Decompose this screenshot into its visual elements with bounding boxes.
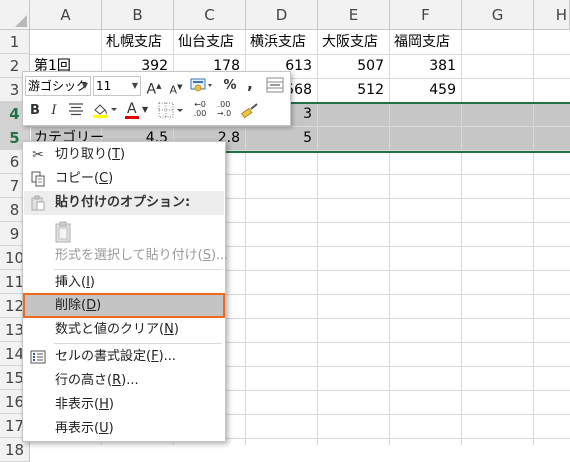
font-size-dropdown-icon: ▼ (131, 81, 138, 90)
font-size-value: 11 (96, 79, 112, 93)
cell-f2[interactable]: 381 (390, 54, 462, 78)
menu-separator (54, 269, 222, 270)
context-menu: ✂ 切り取り(T) コピー(C) 貼り付けのオプション: 形式を選択して貼り付け… (22, 141, 228, 442)
font-name-select[interactable]: 游ゴシック ▼ (25, 76, 91, 96)
decrease-decimal-bottom: →.0 (216, 109, 232, 118)
menu-item-clear-contents[interactable]: 数式と値のクリア(N) (24, 318, 224, 342)
column-header-b[interactable]: B (102, 0, 174, 30)
format-painter-icon (241, 103, 258, 119)
italic-button[interactable]: I (47, 102, 61, 120)
font-size-select[interactable]: 11 ▼ (93, 76, 141, 96)
select-all-corner[interactable] (0, 0, 30, 30)
menu-item-format-cells[interactable]: セルの書式設定(F)... (24, 345, 224, 369)
cell-f3[interactable]: 459 (390, 78, 462, 102)
column-header-d[interactable]: D (246, 0, 318, 30)
column-header-f[interactable]: F (390, 0, 462, 30)
paste-clipboard-large-icon (54, 221, 74, 243)
menu-item-paste-special[interactable]: 形式を選択して貼り付け(S)... (24, 244, 228, 268)
font-name-value: 游ゴシック (28, 79, 89, 93)
merge-center-icon (266, 77, 284, 93)
center-align-button[interactable] (67, 102, 85, 122)
cell-f1[interactable]: 福岡支店 (390, 30, 466, 54)
menu-item-row-height[interactable]: 行の高さ(R)... (24, 369, 224, 393)
cell-b1[interactable]: 札幌支店 (102, 30, 178, 54)
mini-toolbar: 游ゴシック ▼ 11 ▼ A▲ A▼ % , B I A ▼ ←0 .00 .0… (22, 71, 291, 126)
menu-item-unhide[interactable]: 再表示(U) (24, 417, 224, 441)
menu-item-copy[interactable]: コピー(C) (24, 167, 224, 191)
row-header-1[interactable]: 1 (0, 30, 30, 54)
font-name-dropdown-icon: ▼ (81, 81, 88, 90)
fill-color-icon (93, 104, 117, 118)
align-center-icon (69, 103, 83, 116)
font-color-swatch (125, 116, 139, 119)
format-painter-button[interactable] (239, 101, 261, 125)
grow-font-button[interactable]: A▲ (145, 77, 163, 99)
increase-decimal-bottom: .00 (193, 109, 207, 118)
format-cells-icon (30, 349, 46, 365)
menu-item-hide[interactable]: 非表示(H) (24, 393, 224, 417)
copy-icon (30, 171, 46, 187)
comma-style-button[interactable]: , (243, 75, 257, 93)
cell-e3[interactable]: 512 (318, 78, 390, 102)
increase-decimal-button[interactable]: ←0 .00 (189, 100, 211, 118)
bold-button[interactable]: B (27, 102, 43, 120)
column-header-g[interactable]: G (462, 0, 534, 30)
percent-style-button[interactable]: % (221, 77, 239, 95)
increase-decimal-top: ←0 (194, 100, 206, 109)
paste-option-button[interactable] (24, 217, 224, 243)
cell-e2[interactable]: 507 (318, 54, 390, 78)
column-header-a[interactable]: A (30, 0, 102, 30)
decrease-decimal-button[interactable]: .00 →.0 (213, 100, 235, 118)
grow-font-icon: A (146, 81, 157, 98)
column-header-h[interactable]: H (534, 0, 570, 30)
column-header-c[interactable]: C (174, 0, 246, 30)
merge-center-button[interactable] (265, 77, 285, 99)
font-color-dropdown-icon: ▼ (142, 105, 149, 114)
cell-e1[interactable]: 大阪支店 (318, 30, 394, 54)
menu-item-delete[interactable]: 削除(D) (23, 293, 225, 318)
scissors-icon: ✂ (32, 147, 44, 163)
cell-d5[interactable]: 5 (246, 126, 318, 150)
shrink-font-icon: A (169, 83, 178, 97)
shrink-font-button[interactable]: A▼ (167, 78, 185, 100)
decrease-decimal-top: .00 (217, 100, 231, 109)
paste-clipboard-icon (30, 195, 46, 211)
cell-d1[interactable]: 横浜支店 (246, 30, 322, 54)
column-header-e[interactable]: E (318, 0, 390, 30)
menu-item-insert[interactable]: 挿入(I) (24, 271, 224, 295)
menu-item-cut[interactable]: ✂ 切り取り(T) (24, 143, 224, 167)
fill-color-button[interactable] (91, 101, 119, 125)
accounting-format-button[interactable] (189, 77, 215, 99)
borders-icon (158, 102, 183, 118)
cell-c1[interactable]: 仙台支店 (174, 30, 250, 54)
menu-separator (54, 343, 222, 344)
select-all-triangle-icon (15, 15, 27, 27)
borders-button[interactable] (157, 101, 185, 125)
paste-options-header: 貼り付けのオプション: (24, 191, 224, 215)
accounting-format-icon (190, 78, 212, 92)
